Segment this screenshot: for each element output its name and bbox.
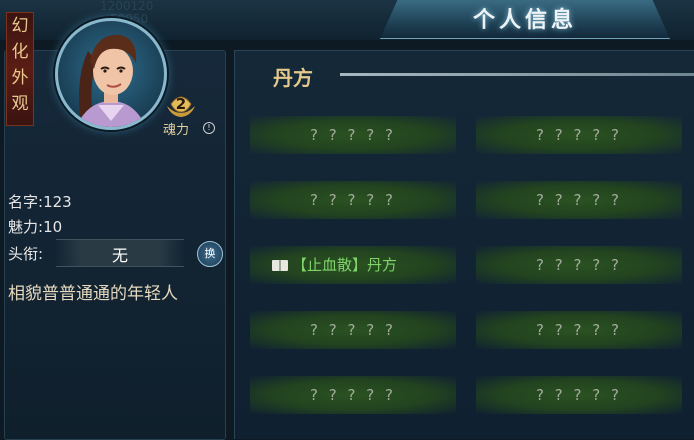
charm-row: 魅力:10 bbox=[8, 216, 62, 237]
page-title: 个人信息 bbox=[472, 8, 577, 33]
swap-title-button[interactable]: 换 bbox=[197, 241, 223, 267]
book-icon bbox=[272, 260, 288, 271]
recipe-slot-known[interactable]: 【止血散】丹方 bbox=[250, 246, 456, 284]
recipe-slot[interactable]: ? ? ? ? ? bbox=[250, 116, 456, 154]
recipe-slot[interactable]: ? ? ? ? ? bbox=[476, 376, 682, 414]
recipe-slot[interactable]: ? ? ? ? ? bbox=[250, 311, 456, 349]
recipe-slot[interactable]: ? ? ? ? ? bbox=[476, 311, 682, 349]
charm-label: 魅力: bbox=[8, 218, 44, 236]
appearance-label-char: 幻 bbox=[11, 16, 29, 36]
title-value: 无 bbox=[111, 246, 128, 265]
soul-level-text: 2 bbox=[176, 95, 186, 113]
name-row: 名字:123 bbox=[8, 191, 72, 212]
avatar[interactable] bbox=[55, 18, 167, 130]
appearance-label-char: 化 bbox=[11, 42, 29, 62]
soul-power-label: 魂力 bbox=[163, 123, 190, 138]
title-label: 头衔: bbox=[8, 245, 44, 263]
recipe-slot[interactable]: ? ? ? ? ? bbox=[476, 181, 682, 219]
recipe-slot[interactable]: ? ? ? ? ? bbox=[250, 376, 456, 414]
name-value: 123 bbox=[43, 193, 72, 211]
charm-value: 10 bbox=[43, 218, 63, 236]
name-label: 名字: bbox=[8, 193, 44, 211]
recipe-slot[interactable]: ? ? ? ? ? bbox=[476, 246, 682, 284]
info-icon[interactable]: ! bbox=[203, 122, 215, 134]
character-portrait bbox=[76, 34, 146, 127]
character-description: 相貌普普通通的年轻人 bbox=[8, 284, 178, 304]
appearance-button[interactable]: 幻 化 外 观 bbox=[6, 12, 34, 126]
recipe-slot[interactable]: ? ? ? ? ? bbox=[250, 181, 456, 219]
recipe-slot[interactable]: ? ? ? ? ? bbox=[476, 116, 682, 154]
lotus-level-icon: 2 bbox=[163, 86, 199, 120]
appearance-label-char: 观 bbox=[11, 94, 29, 114]
heading-divider bbox=[340, 73, 694, 76]
recipe-heading: 丹方 bbox=[273, 66, 313, 90]
appearance-label-char: 外 bbox=[11, 68, 29, 88]
recipe-name: 【止血散】丹方 bbox=[292, 256, 398, 274]
